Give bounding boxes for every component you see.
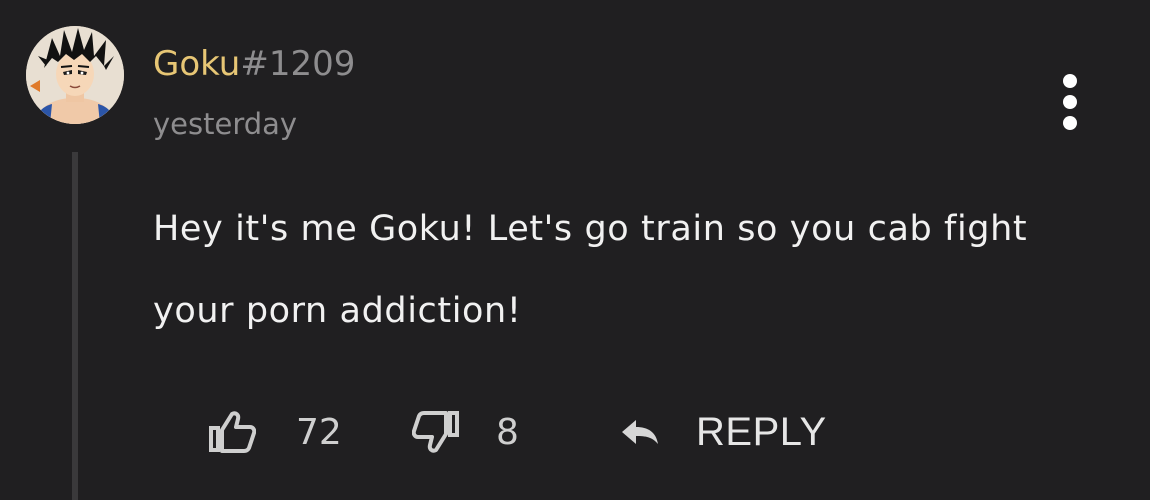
author-name[interactable]: Goku	[153, 44, 240, 84]
thumbs-up-icon	[209, 411, 256, 453]
avatar[interactable]	[26, 26, 124, 124]
thumbs-down-icon	[412, 411, 459, 453]
comment-card: Goku#1209 yesterday Hey it's me Goku! Le…	[0, 0, 1150, 500]
more-vertical-icon	[1063, 74, 1077, 88]
reply-label: REPLY	[696, 409, 827, 454]
author-line[interactable]: Goku#1209	[153, 44, 355, 84]
reply-arrow-icon	[622, 420, 658, 444]
author-tag: #1209	[240, 44, 356, 84]
downvote-button[interactable]: 8	[412, 406, 519, 458]
more-options-button[interactable]	[1056, 74, 1086, 130]
downvote-count: 8	[496, 411, 519, 453]
comment-timestamp: yesterday	[153, 107, 298, 141]
upvote-button[interactable]: 72	[208, 406, 342, 458]
comment-body: Hey it's me Goku! Let's go train so you …	[153, 209, 1028, 331]
upvote-count: 72	[296, 411, 342, 453]
reply-button[interactable]: REPLY	[620, 406, 827, 458]
more-vertical-icon	[1063, 95, 1077, 109]
thread-line[interactable]	[72, 152, 78, 500]
more-vertical-icon	[1063, 116, 1077, 130]
anime-character-avatar-icon	[26, 26, 124, 124]
